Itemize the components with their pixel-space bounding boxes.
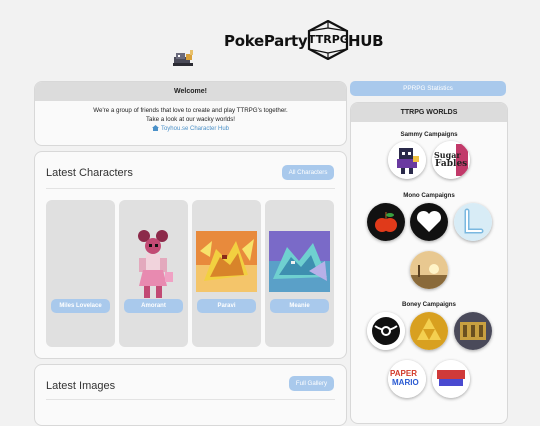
world-ruins[interactable] <box>454 312 492 350</box>
sugar-fables-text-2: Fables <box>435 159 468 169</box>
character-name: Amorant <box>124 299 183 313</box>
mono-campaigns-title: Mono Campaigns <box>403 192 455 199</box>
l-letter-icon <box>454 203 492 241</box>
welcome-line-2: Take a look at our wacky worlds! <box>145 115 236 123</box>
logo-text-right: HUB <box>348 32 384 50</box>
character-card-paravi[interactable]: Paravi <box>192 200 261 347</box>
character-card-meanie[interactable]: Meanie <box>265 200 334 347</box>
section-divider <box>46 188 335 189</box>
paper-mario-text-1: PAPER <box>390 369 417 378</box>
heart-icon <box>410 203 448 241</box>
paravi-art-icon <box>196 231 257 292</box>
world-triforce[interactable] <box>410 312 448 350</box>
house-icon <box>151 125 159 131</box>
latest-characters-card: Latest Characters All Characters Miles L… <box>34 151 347 359</box>
meanie-art-icon <box>269 231 330 292</box>
toyhouse-link[interactable]: Toyhou.se Character Hub <box>35 125 346 132</box>
world-heart[interactable] <box>410 203 448 241</box>
ttrpg-worlds-card: TTRPG WORLDS Sammy Campaigns Sugar Fable… <box>350 102 508 424</box>
ruins-icon <box>454 312 492 350</box>
amorant-sprite-icon <box>138 230 173 298</box>
pixel-character-icon <box>388 141 426 179</box>
latest-images-card: Latest Images Full Gallery <box>34 364 347 426</box>
triforce-icon <box>410 312 448 350</box>
welcome-card: Welcome! We're a group of friends that l… <box>34 81 347 146</box>
welcome-line-1: We're a group of friends that love to cr… <box>93 107 288 114</box>
all-characters-button[interactable]: All Characters <box>282 165 334 180</box>
latest-images-title: Latest Images <box>46 380 116 392</box>
pokemon-logo-icon <box>432 360 470 398</box>
welcome-title: Welcome! <box>35 82 346 101</box>
boney-campaigns-title: Boney Campaigns <box>402 301 456 308</box>
toyhouse-link-label: Toyhou.se Character Hub <box>160 126 230 132</box>
character-name: Miles Lovelace <box>51 299 110 313</box>
ttrpg-worlds-title: TTRPG WORLDS <box>351 103 507 122</box>
full-gallery-button[interactable]: Full Gallery <box>289 376 334 391</box>
logo-text-left: PokeParty <box>224 32 308 50</box>
paper-mario-text-2: MARIO <box>392 378 419 387</box>
latest-characters-title: Latest Characters <box>46 167 133 179</box>
character-card-amorant[interactable]: Amorant <box>119 200 188 347</box>
world-paper-mario[interactable]: PAPER MARIO <box>388 360 426 398</box>
world-pixel-character[interactable] <box>388 141 426 179</box>
section-divider <box>46 399 335 400</box>
sammy-campaigns-title: Sammy Campaigns <box>400 131 458 138</box>
world-sugar-fables[interactable]: Sugar Fables <box>432 141 470 179</box>
character-card-miles-lovelace[interactable]: Miles Lovelace <box>46 200 115 347</box>
apple-icon <box>367 203 405 241</box>
sunset-landscape-icon <box>410 251 448 289</box>
site-logo[interactable]: PokeParty TTRPG HUB <box>224 20 384 60</box>
character-name: Paravi <box>197 299 256 313</box>
character-name: Meanie <box>270 299 329 313</box>
world-apple[interactable] <box>367 203 405 241</box>
ball-icon <box>367 312 405 350</box>
mascot-sprite-icon <box>173 50 193 66</box>
world-ball[interactable] <box>367 312 405 350</box>
world-sunset[interactable] <box>410 251 448 289</box>
world-pokemon[interactable] <box>432 360 470 398</box>
logo-die-text: TTRPG <box>308 33 349 46</box>
world-l-letter[interactable] <box>454 203 492 241</box>
pprpg-statistics-button[interactable]: PPRPG Statistics <box>350 81 506 96</box>
